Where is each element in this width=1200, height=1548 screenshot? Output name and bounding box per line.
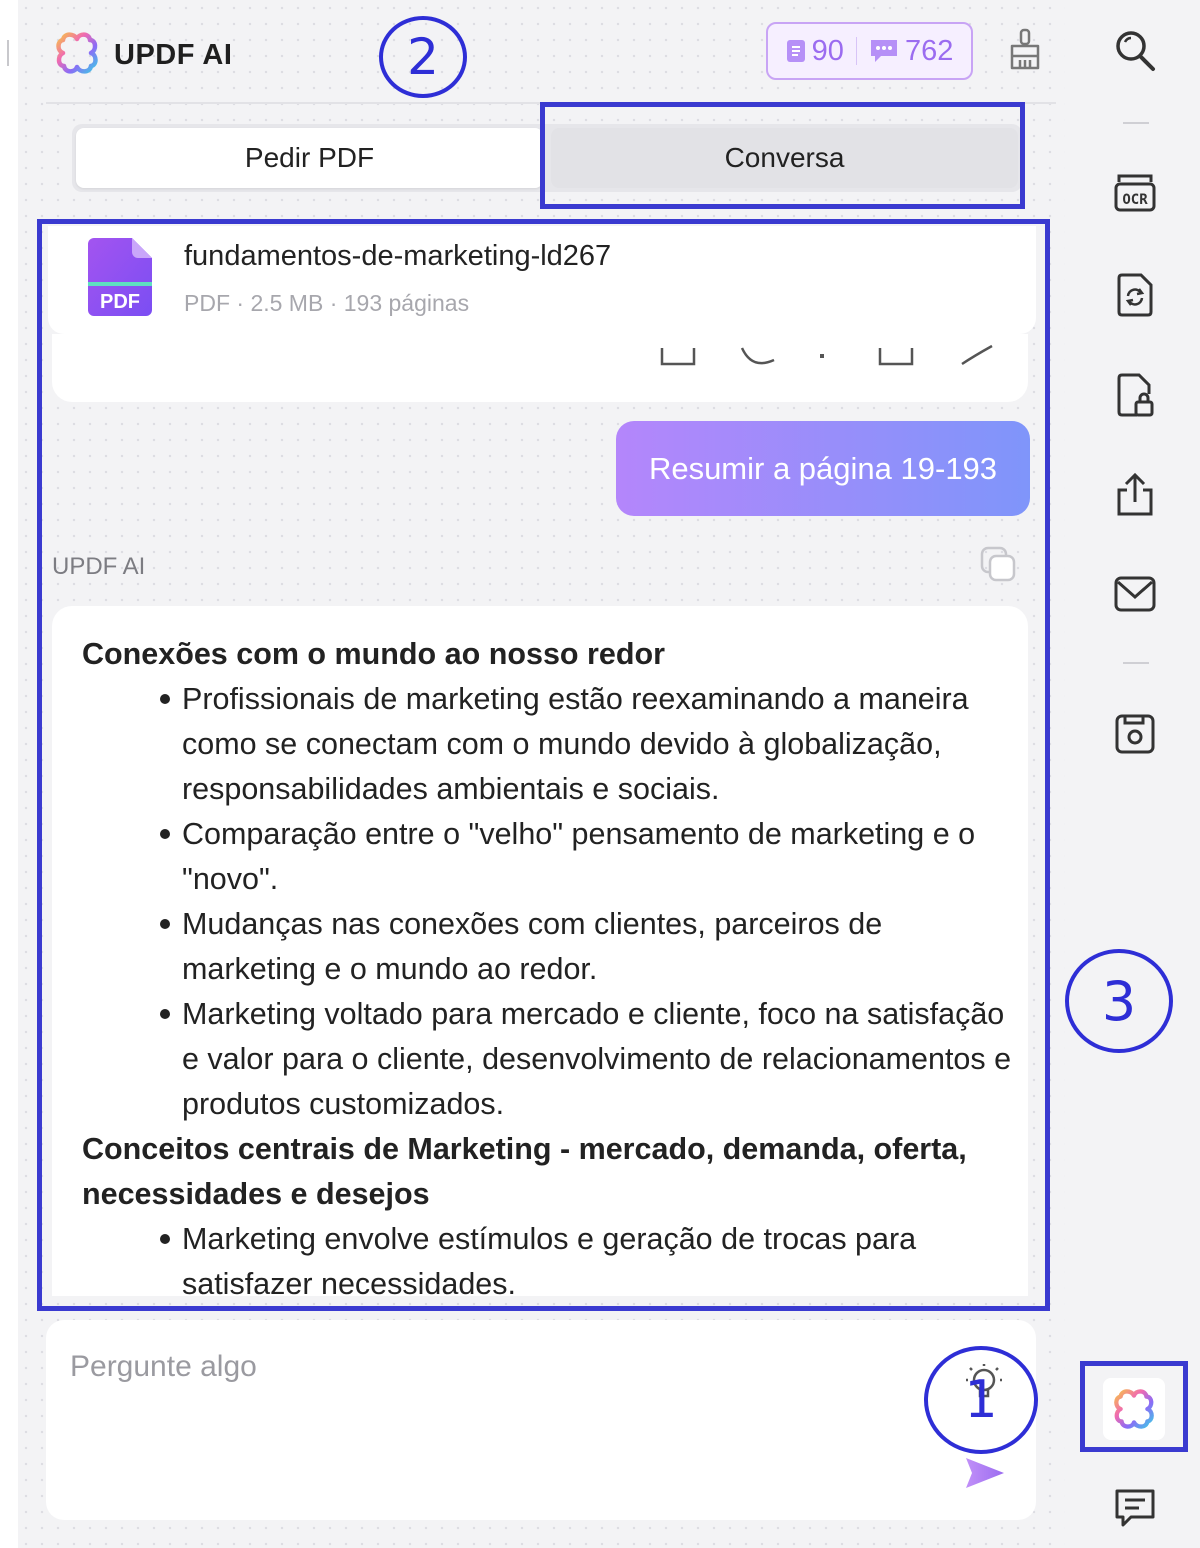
- share-icon: [1117, 472, 1153, 516]
- toolbar-separator: [1123, 662, 1149, 664]
- toolbar-separator: [1123, 122, 1149, 124]
- protect-button[interactable]: [1113, 372, 1157, 418]
- annotation-number-3: 3: [1065, 949, 1173, 1053]
- annotation-box-chat-area: [37, 219, 1050, 1311]
- clear-chat-button[interactable]: [1006, 28, 1044, 72]
- annotation-box-conversa-tab: [540, 102, 1025, 209]
- lock-document-icon: [1117, 373, 1154, 417]
- save-button[interactable]: [1113, 711, 1157, 757]
- page-quota-count: 90: [811, 34, 844, 67]
- send-button[interactable]: [964, 1456, 1006, 1495]
- convert-button[interactable]: [1113, 272, 1157, 318]
- page-quota: 90: [786, 35, 844, 68]
- annotation-box-ai-button: [1080, 1361, 1188, 1452]
- brand: UPDF AI: [54, 30, 232, 81]
- broom-icon: [1010, 28, 1040, 70]
- mail-icon: [1114, 576, 1156, 612]
- annotation-number-2: 2: [379, 16, 467, 98]
- search-icon: [1116, 31, 1155, 71]
- left-edge-tick: [7, 40, 9, 66]
- message-quota: 762: [869, 35, 953, 68]
- updf-logo-icon: [54, 30, 100, 81]
- quota-separator: [855, 37, 857, 65]
- document-icon: [786, 40, 805, 62]
- ocr-button[interactable]: OCR: [1113, 170, 1157, 216]
- convert-icon: [1117, 273, 1153, 317]
- chat-input-box: [46, 1320, 1036, 1520]
- tab-pedir-pdf[interactable]: Pedir PDF: [76, 128, 543, 188]
- quota-badge[interactable]: 90 762: [766, 22, 973, 80]
- send-icon: [966, 1458, 1004, 1488]
- share-button[interactable]: [1113, 472, 1157, 518]
- comment-button[interactable]: [1113, 1486, 1157, 1532]
- svg-text:OCR: OCR: [1122, 192, 1148, 208]
- search-button[interactable]: [1113, 28, 1157, 74]
- email-button[interactable]: [1113, 571, 1157, 617]
- brand-title: UPDF AI: [114, 39, 233, 71]
- annotation-number-1: 1: [924, 1346, 1038, 1454]
- comment-icon: [1115, 1489, 1155, 1527]
- ocr-icon: OCR: [1114, 174, 1156, 212]
- chat-bubble-icon: [870, 40, 897, 62]
- save-icon: [1115, 714, 1155, 754]
- left-edge-strip: [0, 0, 18, 1548]
- chat-input[interactable]: [68, 1348, 912, 1492]
- right-toolbar: OCR: [1065, 0, 1200, 1548]
- message-quota-count: 762: [904, 34, 954, 67]
